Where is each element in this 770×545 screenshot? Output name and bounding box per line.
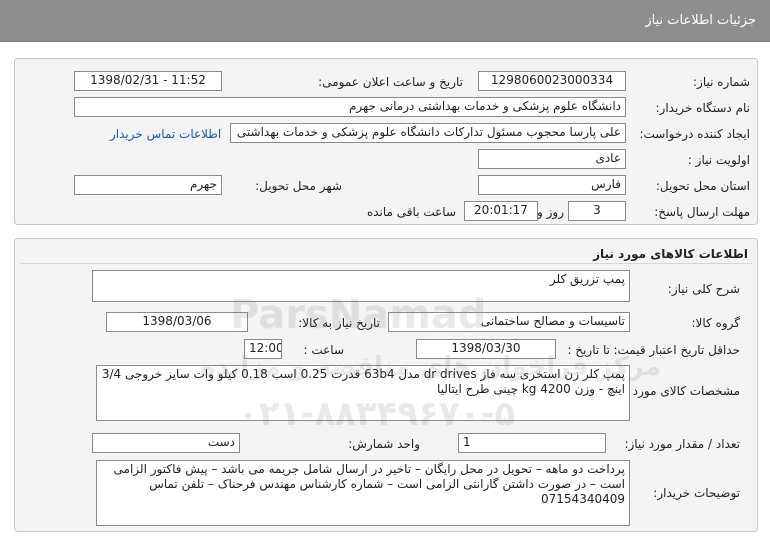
deadline-time-field: 20:01:17: [464, 201, 538, 221]
watermark-phone: ۰۲۱-۸۸۳۴۹۶۷۰-۵: [238, 394, 516, 434]
need-number-label: شماره نیاز:: [693, 75, 750, 89]
priority-label: اولویت نیاز :: [687, 153, 750, 167]
general-desc-label: شرح کلی نیاز:: [667, 282, 740, 296]
priority-field: عادی: [478, 149, 626, 169]
goods-divider: [20, 263, 752, 264]
remaining-text: ساعت باقی مانده: [366, 205, 456, 219]
deadline-label: مهلت ارسال پاسخ:: [654, 205, 750, 219]
watermark-brand: ParsNamad: [230, 292, 487, 338]
group-label: گروه کالا:: [691, 316, 741, 330]
page-title: جزئیات اطلاعات نیاز: [645, 13, 756, 28]
watermark-tagline: مرکز فراخوان های مناقصه و مزایده: [200, 352, 662, 382]
province-field: فارس: [478, 175, 626, 195]
qty-field: 1: [458, 433, 606, 453]
city-label: شهر محل تحویل:: [255, 179, 342, 193]
buyer-org-field: دانشگاه علوم پزشکی و خدمات بهداشتی درمان…: [74, 97, 626, 117]
need-number-field: 1298060023000334: [478, 71, 626, 91]
buyer-notes-label: توضیحات خریدار:: [653, 486, 740, 500]
need-date-field: 1398/03/06: [106, 312, 248, 332]
deadline-days-field: 3: [568, 201, 626, 221]
city-field: جهرم: [74, 175, 222, 195]
days-word: روز و: [537, 205, 564, 219]
buyer-contact-link[interactable]: اطلاعات تماس خریدار: [110, 127, 221, 141]
buyer-org-label: نام دستگاه خریدار:: [655, 101, 751, 115]
page-header: جزئیات اطلاعات نیاز: [0, 0, 770, 42]
qty-label: تعداد / مقدار مورد نیاز:: [624, 437, 740, 451]
unit-label: واحد شمارش:: [348, 437, 420, 451]
requester-label: ایجاد کننده درخواست:: [639, 127, 750, 141]
buyer-notes-field: پرداخت دو ماهه – تحویل در محل رایگان – ت…: [96, 460, 630, 526]
announce-date-field: 1398/02/31 - 11:52: [74, 71, 222, 91]
announce-label: تاریخ و ساعت اعلان عمومی:: [318, 75, 463, 89]
goods-section-title: اطلاعات کالاهای مورد نیاز: [593, 247, 748, 261]
requester-field: علی پارسا محجوب مسئول تدارکات دانشگاه عل…: [230, 123, 626, 143]
unit-field: دست: [92, 433, 240, 453]
province-label: استان محل تحویل:: [655, 179, 750, 193]
